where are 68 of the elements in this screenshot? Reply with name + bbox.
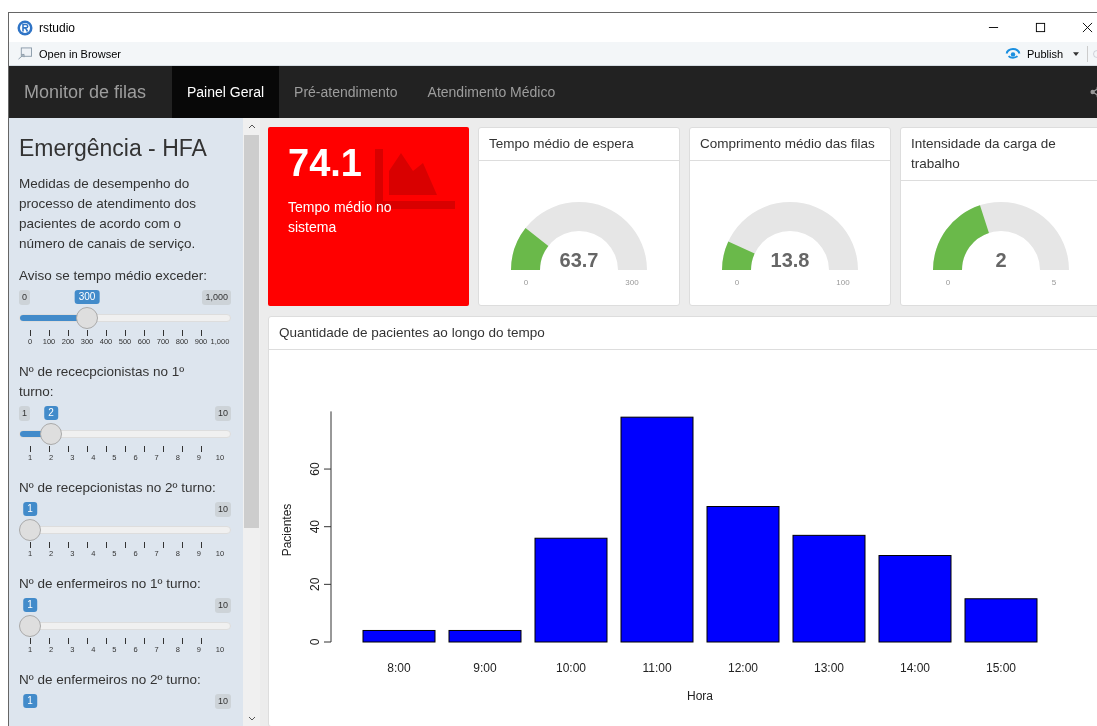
sidebar-description: Medidas de desempenho do processo de atendimento dos pacientes de acordo com o número de canais de serviço. bbox=[19, 175, 198, 253]
slider-label: Nº de recepcionistas no 2º turno: bbox=[19, 479, 217, 497]
slider-max-label: 10 bbox=[215, 694, 231, 709]
slider-handle[interactable] bbox=[76, 307, 98, 329]
browser-window-icon bbox=[17, 47, 33, 60]
scroll-down-icon[interactable] bbox=[247, 716, 256, 721]
x-tick-label: 8:00 bbox=[387, 661, 411, 675]
slider-max-label: 10 bbox=[215, 406, 231, 421]
slider-max-label: 10 bbox=[215, 598, 231, 613]
slider-label: Nº de rececpcionistas no 1º turno: bbox=[19, 363, 186, 401]
y-tick-label: 60 bbox=[308, 462, 322, 476]
chart-panel-title: Quantidade de pacientes ao longo do tempo bbox=[269, 317, 1097, 350]
gauge-title: Tempo médio de espera bbox=[479, 128, 679, 161]
nav-tab[interactable]: Painel Geral bbox=[172, 66, 280, 118]
slider-value-label: 1 bbox=[23, 694, 37, 708]
maximize-icon[interactable] bbox=[1035, 22, 1046, 33]
r-logo-icon bbox=[17, 19, 33, 36]
slider-label: Aviso se tempo médio exceder: bbox=[19, 267, 209, 285]
x-tick-label: 11:00 bbox=[642, 661, 672, 675]
x-tick-label: 14:00 bbox=[900, 661, 930, 675]
slider-handle[interactable] bbox=[19, 519, 41, 541]
slider-label: Nº de enfermeiros no 1º turno: bbox=[19, 575, 202, 593]
x-tick-label: 15:00 bbox=[986, 661, 1016, 675]
publish-button[interactable]: Publish bbox=[1026, 47, 1063, 60]
sidebar-title: Emergência - HFA bbox=[19, 135, 208, 162]
slider-min-label: 0 bbox=[19, 290, 30, 305]
y-tick-label: 40 bbox=[308, 520, 322, 534]
x-tick-label: 12:00 bbox=[728, 661, 758, 675]
slider-handle[interactable] bbox=[40, 423, 63, 445]
slider-value-label: 2 bbox=[44, 406, 58, 420]
scrollbar[interactable] bbox=[243, 118, 260, 726]
x-axis-title: Hora bbox=[687, 689, 713, 703]
close-icon[interactable] bbox=[1082, 22, 1093, 33]
slider-value-label: 1 bbox=[23, 598, 37, 612]
window-title: rstudio bbox=[39, 20, 76, 35]
value-box-caption: Tempo médio no sistema bbox=[288, 198, 393, 237]
y-tick-label: 20 bbox=[308, 577, 322, 592]
nav-tab[interactable]: Pré-atendimento bbox=[279, 66, 413, 118]
app-brand: Monitor de filas bbox=[23, 80, 148, 104]
gauge-min-label: 0 bbox=[734, 278, 740, 287]
value-box-number: 74.1 bbox=[288, 141, 362, 185]
slider-value-label: 300 bbox=[74, 290, 100, 304]
gauge-value: 13.8 bbox=[770, 249, 810, 271]
gauge-max-label: 5 bbox=[1051, 278, 1057, 287]
gauge-value: 2 bbox=[995, 249, 1007, 271]
slider-min-label: 1 bbox=[19, 406, 30, 421]
open-in-browser-button[interactable]: Open in Browser bbox=[39, 47, 121, 60]
nav-tab[interactable]: Atendimento Médico bbox=[412, 66, 571, 118]
slider-value-label: 1 bbox=[23, 502, 37, 516]
x-tick-label: 13:00 bbox=[814, 661, 844, 675]
scroll-up-icon[interactable] bbox=[247, 124, 256, 129]
caret-icon[interactable] bbox=[1073, 51, 1079, 56]
x-tick-label: 9:00 bbox=[473, 661, 497, 675]
slider-max-label: 10 bbox=[215, 502, 231, 517]
y-tick-label: 0 bbox=[308, 638, 322, 646]
gauge-max-label: 300 bbox=[625, 278, 639, 287]
gauge-title: Comprimento médio das filas bbox=[690, 128, 890, 161]
slider-max-label: 1,000 bbox=[202, 290, 231, 305]
x-tick-label: 10:00 bbox=[556, 661, 586, 675]
gauge-min-label: 0 bbox=[945, 278, 951, 287]
gauge-title: Intensidade da carga de trabalho bbox=[901, 128, 1097, 181]
gauge-value: 63.7 bbox=[559, 249, 599, 271]
gauge-max-label: 100 bbox=[836, 278, 850, 287]
slider-handle[interactable] bbox=[19, 615, 41, 637]
y-axis-title: Pacientes bbox=[280, 503, 294, 557]
gauge-min-label: 0 bbox=[523, 278, 529, 287]
slider-label: Nº de enfermeiros no 2º turno: bbox=[19, 671, 202, 689]
publish-icon bbox=[1004, 47, 1021, 60]
